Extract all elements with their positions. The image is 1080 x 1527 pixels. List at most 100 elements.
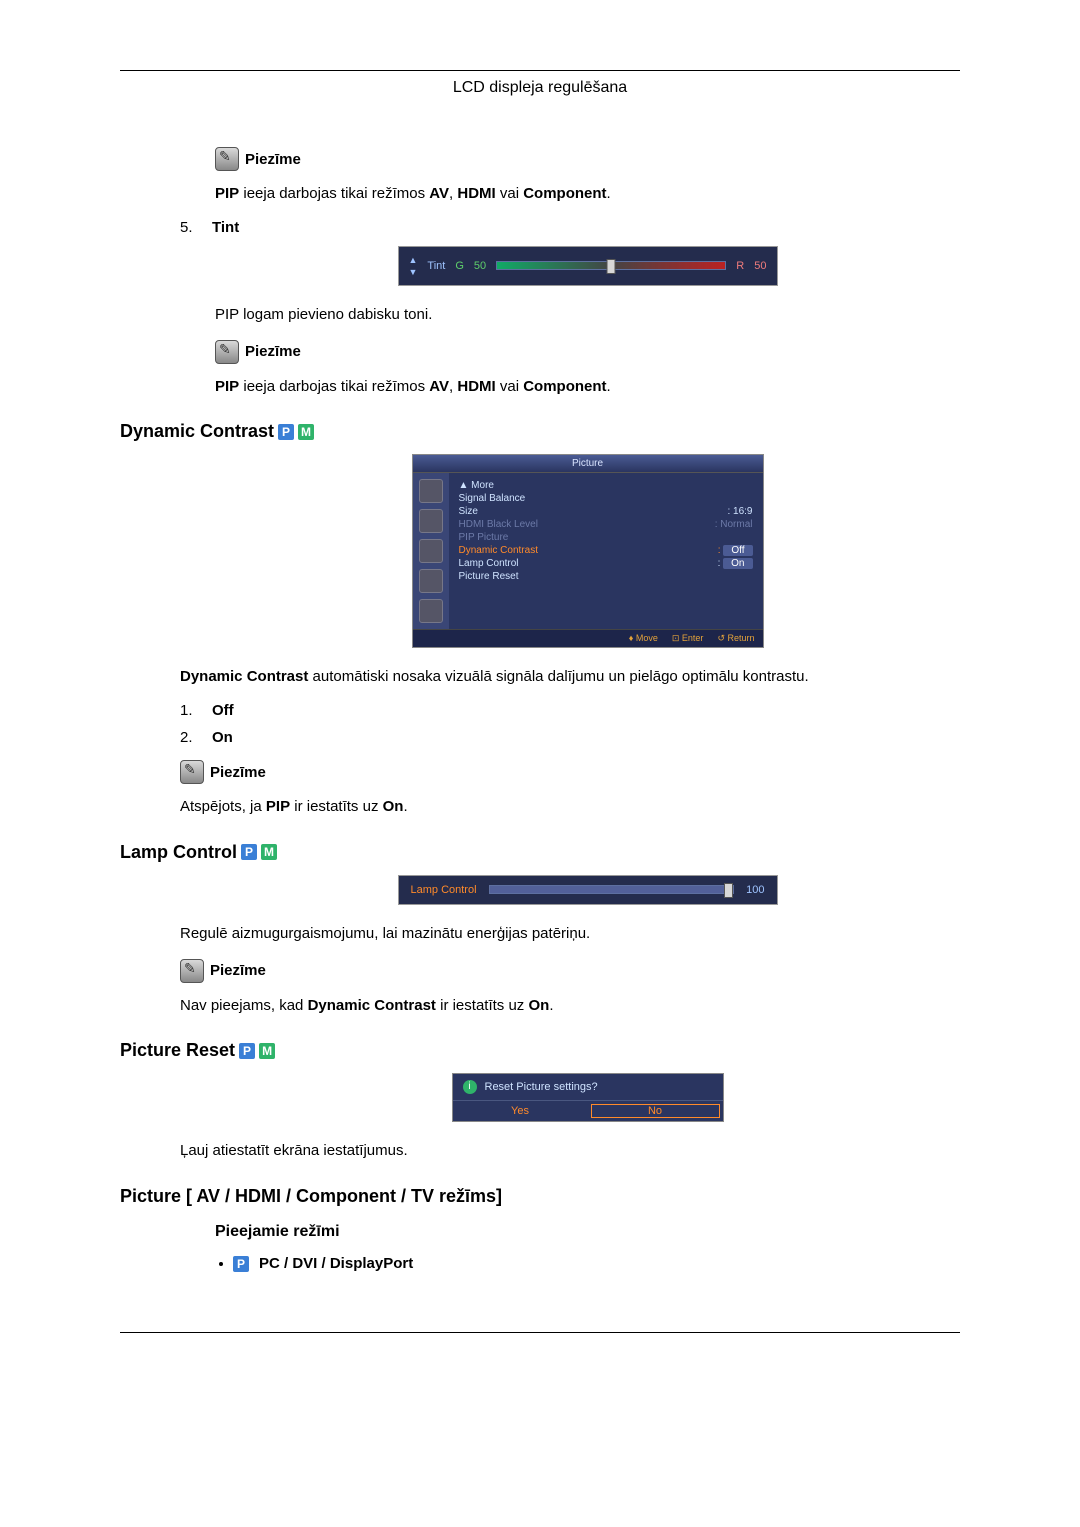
row-r: : 16:9 bbox=[727, 506, 752, 517]
osd-tint: ▲▼ Tint G 50 R 50 bbox=[398, 246, 778, 286]
question-text: Reset Picture settings? bbox=[485, 1081, 598, 1093]
dc-rest: automātiski nosaka vizuālā signāla dalīj… bbox=[308, 668, 808, 685]
row-l: Dynamic Contrast bbox=[459, 545, 538, 556]
osd-sidebar-icons bbox=[413, 473, 449, 629]
note-label: Piezīme bbox=[245, 151, 301, 168]
slider-handle-icon bbox=[724, 883, 733, 898]
osd-reset-dialog: i Reset Picture settings? Yes No bbox=[452, 1073, 724, 1122]
badge-m-icon: M bbox=[261, 844, 277, 860]
on-bold: On bbox=[383, 798, 404, 815]
note-row: Piezīme bbox=[215, 340, 960, 364]
note-label: Piezīme bbox=[210, 962, 266, 979]
lbl: Enter bbox=[682, 633, 704, 643]
tint-desc-block: PIP logam pievieno dabisku toni. Piezīme… bbox=[120, 304, 960, 398]
on-bold: On bbox=[528, 997, 549, 1014]
osd-tint-figure: ▲▼ Tint G 50 R 50 bbox=[120, 246, 960, 286]
component-bold: Component bbox=[523, 378, 606, 395]
lamp-control-heading: Lamp Control P M bbox=[120, 842, 960, 863]
page-header: LCD displeja regulēšana bbox=[120, 79, 960, 97]
dc-bold: Dynamic Contrast bbox=[180, 668, 308, 685]
picture-mode-heading: Picture [ AV / HDMI / Component / TV rež… bbox=[120, 1186, 960, 1207]
note1-text: PIP ieeja darbojas tikai režīmos AV, HDM… bbox=[215, 183, 960, 205]
txt: ieeja darbojas tikai režīmos bbox=[239, 378, 429, 395]
page: LCD displeja regulēšana Piezīme PIP ieej… bbox=[0, 0, 1080, 1423]
badge-p-icon: P bbox=[278, 424, 294, 440]
osd-row-selected: Dynamic Contrast: Off bbox=[459, 544, 753, 557]
no-button-selected: No bbox=[588, 1101, 723, 1121]
reset-desc: Ļauj atiestatīt ekrāna iestatījumus. bbox=[180, 1140, 960, 1162]
tint-g: G bbox=[455, 260, 464, 272]
end: . bbox=[549, 997, 553, 1014]
osd-reset-question: i Reset Picture settings? bbox=[453, 1074, 723, 1101]
osd-tint-row: ▲▼ Tint G 50 R 50 bbox=[409, 255, 767, 277]
colon: : bbox=[718, 545, 721, 556]
tint-r: R bbox=[736, 260, 744, 272]
hdmi-bold: HDMI bbox=[457, 185, 495, 202]
lamp-desc: Regulē aizmugurgaismojumu, lai mazinātu … bbox=[180, 923, 960, 945]
txt: ieeja darbojas tikai režīmos bbox=[239, 185, 429, 202]
badge-p-icon: P bbox=[241, 844, 257, 860]
row-r: Off bbox=[723, 545, 752, 556]
tint-r-val: 50 bbox=[754, 260, 766, 272]
row-l: Picture Reset bbox=[459, 571, 519, 582]
heading-text: Picture [ AV / HDMI / Component / TV rež… bbox=[120, 1186, 502, 1207]
menu-icon bbox=[419, 509, 443, 533]
heading-text: Picture Reset bbox=[120, 1040, 235, 1061]
picture-reset-heading: Picture ResetPM bbox=[120, 1040, 960, 1061]
osd-menu-list: ▲ More Signal Balance Size: 16:9 HDMI Bl… bbox=[449, 473, 763, 629]
osd-footer-move: ♦ Move bbox=[629, 633, 658, 644]
osd-lamp-row: Lamp Control 100 bbox=[411, 884, 765, 896]
tint-label: Tint bbox=[212, 219, 239, 236]
osd-row: Signal Balance bbox=[459, 492, 753, 505]
osd-reset-buttons: Yes No bbox=[453, 1101, 723, 1121]
row-r-wrap: : Off bbox=[718, 545, 753, 556]
osd-footer-return: ↺ Return bbox=[717, 633, 754, 644]
num: 1. bbox=[180, 702, 198, 719]
row-l: Signal Balance bbox=[459, 493, 526, 504]
reset-desc-block: Ļauj atiestatīt ekrāna iestatījumus. bbox=[120, 1140, 960, 1162]
lamp-desc-block: Regulē aizmugurgaismojumu, lai mazinātu … bbox=[120, 923, 960, 1017]
subheading: Pieejamie režīmi bbox=[215, 1223, 960, 1241]
note4-text: Nav pieejams, kad Dynamic Contrast ir ie… bbox=[180, 995, 960, 1017]
more-label: ▲ More bbox=[459, 480, 494, 491]
badge-m-icon: M bbox=[259, 1043, 275, 1059]
badge-p-icon: P bbox=[239, 1043, 255, 1059]
arrows-icon: ▲▼ bbox=[409, 255, 418, 277]
pip-bold: PIP bbox=[266, 798, 290, 815]
row-r: : Normal bbox=[715, 519, 753, 530]
note2-text: PIP ieeja darbojas tikai režīmos AV, HDM… bbox=[215, 376, 960, 398]
footer-rule bbox=[120, 1332, 960, 1333]
lbl: Return bbox=[727, 633, 754, 643]
osd-lamp-value: 100 bbox=[746, 884, 764, 896]
heading-text: Lamp Control bbox=[120, 842, 237, 863]
osd-lamp-figure: Lamp Control 100 bbox=[120, 875, 960, 905]
note-icon bbox=[180, 760, 204, 784]
yes-button: Yes bbox=[453, 1101, 588, 1121]
bullet-icon bbox=[219, 1262, 223, 1266]
row-l: HDMI Black Level bbox=[459, 519, 538, 530]
badge-m-icon: M bbox=[298, 424, 314, 440]
menu-icon bbox=[419, 569, 443, 593]
colon: : bbox=[718, 558, 721, 569]
av-bold: AV bbox=[429, 185, 449, 202]
osd-reset-figure: i Reset Picture settings? Yes No bbox=[120, 1073, 960, 1122]
picture-mode-block: Pieejamie režīmi P PC / DVI / DisplayPor… bbox=[120, 1223, 960, 1272]
note-icon bbox=[180, 959, 204, 983]
osd-picture-menu: Picture ▲ More Signal Balance Size: 16:9… bbox=[412, 454, 764, 648]
list-item: 5. Tint bbox=[180, 219, 960, 236]
sep: vai bbox=[496, 378, 524, 395]
badge-p-icon: P bbox=[233, 1256, 249, 1272]
tint-g-val: 50 bbox=[474, 260, 486, 272]
osd-picture-figure: Picture ▲ More Signal Balance Size: 16:9… bbox=[120, 454, 960, 648]
tint-slider bbox=[496, 261, 726, 270]
pip-bold: PIP bbox=[215, 378, 239, 395]
component-bold: Component bbox=[523, 185, 606, 202]
dc-desc: Dynamic Contrast automātiski nosaka vizu… bbox=[180, 666, 960, 688]
txt: ir iestatīts uz bbox=[436, 997, 529, 1014]
osd-more: ▲ More bbox=[459, 479, 753, 492]
header-rule bbox=[120, 70, 960, 71]
slider-handle-icon bbox=[607, 259, 616, 274]
menu-icon bbox=[419, 599, 443, 623]
row-r: On bbox=[723, 558, 752, 569]
on-label: On bbox=[212, 729, 233, 746]
